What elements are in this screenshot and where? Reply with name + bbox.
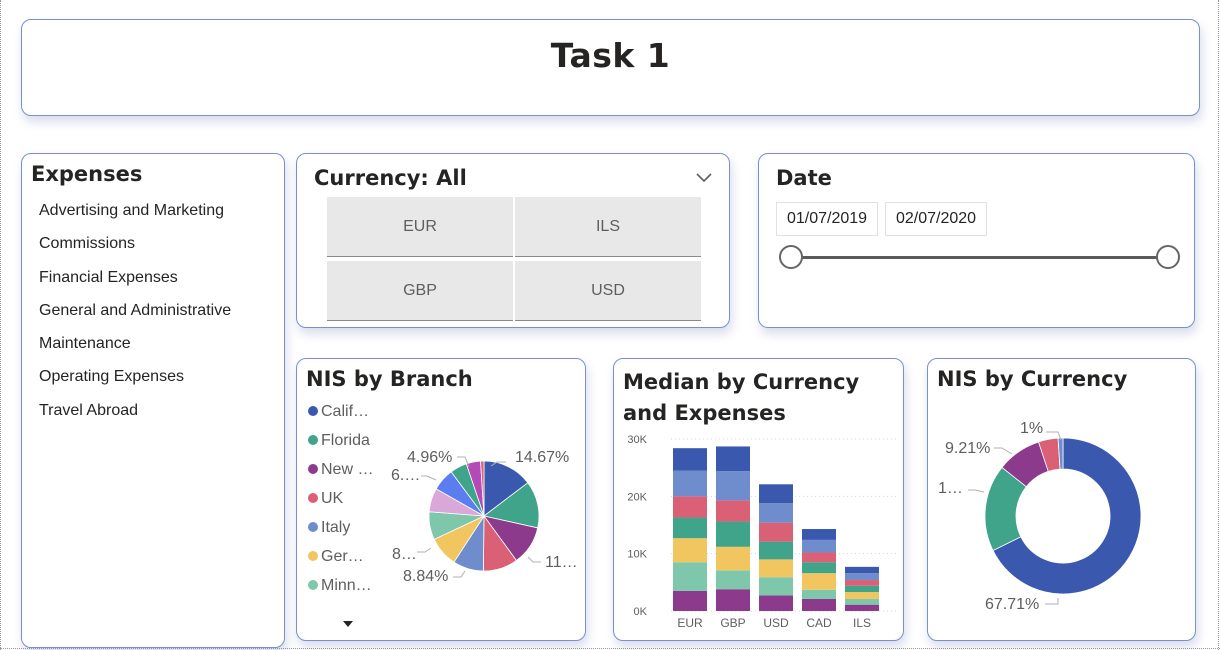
- end-date-input[interactable]: 02/07/2020: [885, 202, 987, 236]
- page-title: Task 1: [550, 36, 671, 75]
- bar-segment: [845, 580, 879, 586]
- expense-item[interactable]: General and Administrative: [39, 301, 231, 334]
- leader-line: [968, 489, 985, 493]
- bar-segment: [716, 471, 750, 501]
- bar-segment: [673, 448, 707, 471]
- y-tick-label: 30K: [627, 434, 647, 446]
- leader-line: [453, 570, 466, 578]
- data-label: 8.84%: [403, 568, 448, 585]
- start-date-input[interactable]: 01/07/2019: [776, 202, 878, 236]
- bar-segment: [802, 539, 836, 553]
- expense-item[interactable]: Operating Expenses: [39, 367, 231, 400]
- currency-donut-svg: 67.71% 1… 9.21% 1%: [938, 420, 1142, 613]
- bar-segment: [759, 541, 793, 560]
- chevron-down-icon[interactable]: [695, 171, 713, 183]
- currency-slicer: Currency: All EUR ILS GBP USD: [296, 153, 730, 328]
- expense-item[interactable]: Financial Expenses: [39, 268, 231, 301]
- bar-segment: [716, 546, 750, 571]
- x-tick-label: CAD: [806, 616, 832, 630]
- date-range-end-handle[interactable]: [1156, 245, 1180, 269]
- data-label: 8…: [392, 546, 417, 563]
- leader-line: [417, 547, 432, 553]
- expense-item[interactable]: Travel Abroad: [39, 401, 231, 434]
- leader-line: [1045, 598, 1059, 605]
- expenses-slicer: Expenses Advertising and Marketing Commi…: [21, 153, 285, 648]
- bar-segment: [759, 503, 793, 523]
- y-tick-label: 20K: [627, 491, 647, 503]
- data-label: 6.…: [391, 467, 420, 484]
- median-bar-svg: 0K 10K 20K 30K EUR GBP USD CAD ILS: [627, 434, 899, 630]
- bar-segment: [759, 522, 793, 542]
- bar-segment: [716, 570, 750, 590]
- data-label: 4.96%: [407, 449, 452, 466]
- currency-heading: Currency: All: [314, 166, 467, 190]
- currency-option-gbp[interactable]: GBP: [327, 261, 513, 321]
- bar-segment: [673, 538, 707, 563]
- bar-segment: [802, 573, 836, 590]
- bar-segment: [845, 573, 879, 581]
- canvas-border-right: [1218, 0, 1219, 650]
- bar-segment: [759, 595, 793, 611]
- leader-line: [527, 556, 541, 563]
- data-label: 9.21%: [945, 440, 990, 457]
- bar-segment: [802, 562, 836, 574]
- nis-by-currency-chart: NIS by Currency 67.71% 1… 9.21% 1%: [927, 358, 1196, 641]
- bar-segment: [759, 559, 793, 578]
- bar-segment: [716, 521, 750, 547]
- x-tick-label: ILS: [853, 616, 871, 630]
- bar-segment: [845, 566, 879, 574]
- bar-segment: [673, 562, 707, 591]
- data-label: 67.71%: [985, 596, 1039, 613]
- bar-segment: [716, 589, 750, 611]
- leader-line: [421, 475, 437, 481]
- x-tick-label: GBP: [720, 616, 745, 630]
- bar-segment: [673, 496, 707, 518]
- data-label: 14.67%: [515, 449, 569, 466]
- bar-segment: [673, 590, 707, 611]
- expense-item[interactable]: Commissions: [39, 234, 231, 267]
- leader-line: [994, 447, 1013, 455]
- bar-segment: [759, 577, 793, 596]
- currency-option-eur[interactable]: EUR: [327, 197, 513, 257]
- y-tick-label: 10K: [627, 549, 647, 561]
- expenses-heading: Expenses: [31, 162, 143, 186]
- date-heading: Date: [776, 166, 832, 190]
- bar-segment: [716, 500, 750, 522]
- nis-by-branch-chart: NIS by Branch Calif… Florida New … UK Italy G…: [296, 358, 586, 641]
- date-range-track[interactable]: [792, 256, 1169, 259]
- bar-segment: [845, 592, 879, 599]
- median-by-currency-chart: Median by Currency and Expenses 0K 10K 20K…: [613, 358, 904, 641]
- bar-segment: [673, 470, 707, 497]
- x-tick-label: USD: [763, 616, 789, 630]
- date-slicer: Date 01/07/2019 02/07/2020: [758, 153, 1195, 328]
- bar-segment: [802, 589, 836, 599]
- bar-segment: [673, 517, 707, 539]
- bar-segment: [845, 598, 879, 605]
- currency-option-usd[interactable]: USD: [515, 261, 701, 321]
- title-card: Task 1: [21, 19, 1200, 116]
- currency-options: EUR ILS GBP USD: [327, 197, 702, 322]
- bar-segment: [802, 598, 836, 611]
- y-tick-label: 0K: [634, 606, 648, 618]
- data-label: 1%: [1020, 420, 1043, 437]
- currency-option-ils[interactable]: ILS: [515, 197, 701, 257]
- expenses-list: Advertising and Marketing Commissions Fi…: [39, 201, 231, 434]
- bar-segment: [802, 529, 836, 540]
- bar-segment: [759, 484, 793, 504]
- expense-item[interactable]: Advertising and Marketing: [39, 201, 231, 234]
- canvas-border-bottom: [0, 648, 1220, 649]
- bar-segment: [716, 446, 750, 472]
- branch-pie-svg: 14.67% 11… 8.84% 8… 6.…4.96%: [391, 449, 578, 585]
- x-tick-label: EUR: [677, 616, 703, 630]
- data-label: 11…: [545, 554, 578, 571]
- bar-segment: [845, 604, 879, 611]
- expense-item[interactable]: Maintenance: [39, 334, 231, 367]
- bar-segment: [802, 552, 836, 563]
- canvas-border-left: [0, 0, 1, 650]
- data-label: 1…: [938, 480, 963, 497]
- date-range-start-handle[interactable]: [779, 245, 803, 269]
- bar-segment: [845, 585, 879, 593]
